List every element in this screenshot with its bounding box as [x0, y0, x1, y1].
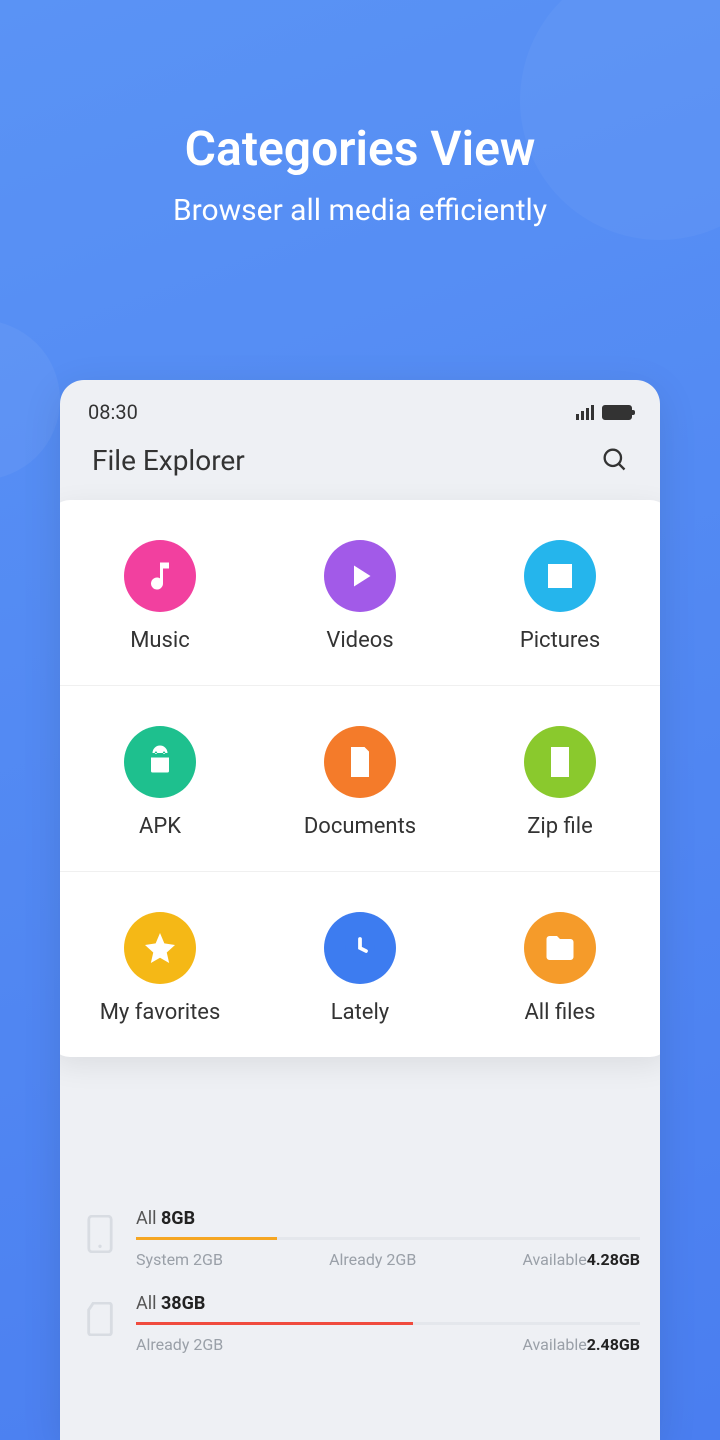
category-label: Lately: [331, 1000, 389, 1025]
storage-bar: [136, 1322, 640, 1325]
category-label: Documents: [304, 814, 416, 839]
category-label: Videos: [326, 628, 393, 653]
category-label: Zip file: [527, 814, 593, 839]
category-favorites[interactable]: My favorites: [60, 912, 260, 1025]
music-icon: [124, 540, 196, 612]
category-lately[interactable]: Lately: [260, 912, 460, 1025]
phone-icon: [80, 1212, 120, 1256]
sdcard-icon: [80, 1297, 120, 1341]
category-label: My favorites: [100, 1000, 221, 1025]
category-music[interactable]: Music: [60, 540, 260, 653]
zip-icon: [524, 726, 596, 798]
category-zip[interactable]: Zip file: [460, 726, 660, 839]
categories-card: Music Videos Pictures APK: [60, 500, 660, 1057]
storage-total: All 8GB: [136, 1208, 640, 1229]
phone-frame: 08:30 File Explorer Music Videos: [60, 380, 660, 1440]
document-icon: [324, 726, 396, 798]
android-icon: [124, 726, 196, 798]
picture-icon: [524, 540, 596, 612]
category-label: Pictures: [520, 628, 600, 653]
storage-bar: [136, 1237, 640, 1240]
app-header: File Explorer: [60, 432, 660, 497]
category-videos[interactable]: Videos: [260, 540, 460, 653]
storage-section: All 8GB System 2GB Already 2GB Available…: [60, 1180, 660, 1382]
storage-sdcard[interactable]: All 38GB Already 2GB Available2.48GB: [70, 1281, 650, 1366]
category-pictures[interactable]: Pictures: [460, 540, 660, 653]
play-icon: [324, 540, 396, 612]
storage-details: Already 2GB Available2.48GB: [136, 1335, 640, 1354]
status-bar: 08:30: [60, 380, 660, 432]
clock-icon: [324, 912, 396, 984]
folder-icon: [524, 912, 596, 984]
storage-details: System 2GB Already 2GB Available4.28GB: [136, 1250, 640, 1269]
status-time: 08:30: [88, 400, 138, 424]
category-apk[interactable]: APK: [60, 726, 260, 839]
battery-icon: [602, 405, 632, 420]
star-icon: [124, 912, 196, 984]
category-all-files[interactable]: All files: [460, 912, 660, 1025]
category-label: All files: [524, 1000, 595, 1025]
storage-total: All 38GB: [136, 1293, 640, 1314]
category-label: Music: [130, 628, 190, 653]
category-documents[interactable]: Documents: [260, 726, 460, 839]
storage-internal[interactable]: All 8GB System 2GB Already 2GB Available…: [70, 1196, 650, 1281]
app-title: File Explorer: [92, 444, 245, 477]
signal-icon: [576, 405, 594, 420]
search-icon[interactable]: [600, 445, 628, 477]
category-label: APK: [139, 814, 181, 839]
